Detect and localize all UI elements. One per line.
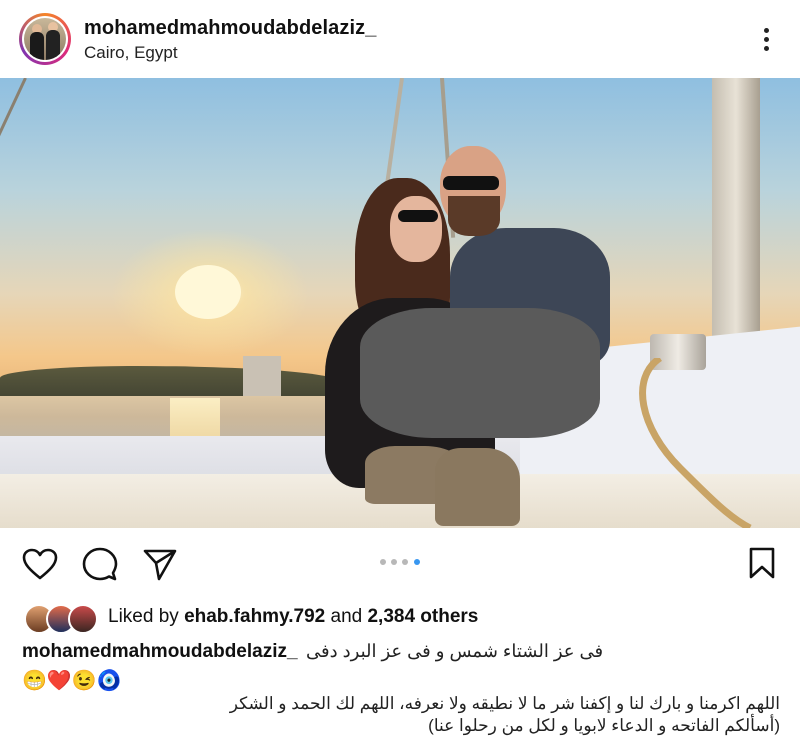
post-header: mohamedmahmoudabdelaziz_ Cairo, Egypt (0, 0, 800, 78)
rope (0, 78, 27, 179)
likes-others[interactable]: 2,384 others (367, 606, 478, 627)
send-icon[interactable] (142, 548, 178, 582)
caption-text: اللهم اكرمنا و بارك لنا و إكفنا شر ما لا… (229, 694, 780, 713)
carousel-indicator (376, 557, 424, 567)
carousel-dot (391, 559, 397, 565)
caption-text: (أسألكم الفاتحه و الدعاء لابويا و لكل من… (428, 716, 780, 735)
avatar-frame (22, 16, 68, 62)
boot (435, 448, 520, 526)
caption-emojis: 😁❤️😉🧿 (22, 670, 122, 692)
rope-coil (639, 358, 752, 528)
more-vertical-icon[interactable] (756, 26, 776, 54)
comment-icon[interactable] (82, 547, 118, 583)
man-beard (448, 196, 500, 236)
carousel-dot (402, 559, 408, 565)
caption-username[interactable]: mohamedmahmoudabdelaziz_ (22, 641, 298, 663)
sunglasses (443, 176, 499, 190)
boat-mast (712, 78, 760, 358)
likes-connector: and (330, 606, 363, 627)
post-location[interactable]: Cairo, Egypt (84, 43, 178, 63)
sun (175, 265, 241, 319)
caption-text: فى عز الشتاء شمس و فى عز البرد دفى (306, 641, 604, 661)
heart-icon[interactable] (22, 548, 58, 580)
likes-summary[interactable]: Liked by ehab.fahmy.792 and 2,384 others (108, 606, 478, 628)
profile-avatar[interactable] (19, 13, 71, 65)
distant-building (243, 356, 281, 396)
likes-prefix: Liked by (108, 606, 179, 627)
bookmark-icon[interactable] (748, 546, 776, 580)
liker-avatar[interactable] (68, 604, 98, 634)
post-photo[interactable] (0, 78, 800, 528)
carousel-dot-active (414, 559, 420, 565)
sunglasses (398, 210, 438, 222)
woman-face (390, 196, 442, 262)
avatar-image (24, 18, 66, 60)
carousel-dot (380, 559, 386, 565)
post-username[interactable]: mohamedmahmoudabdelaziz_ (84, 17, 376, 40)
legs (360, 308, 600, 438)
likes-user[interactable]: ehab.fahmy.792 (184, 606, 325, 627)
